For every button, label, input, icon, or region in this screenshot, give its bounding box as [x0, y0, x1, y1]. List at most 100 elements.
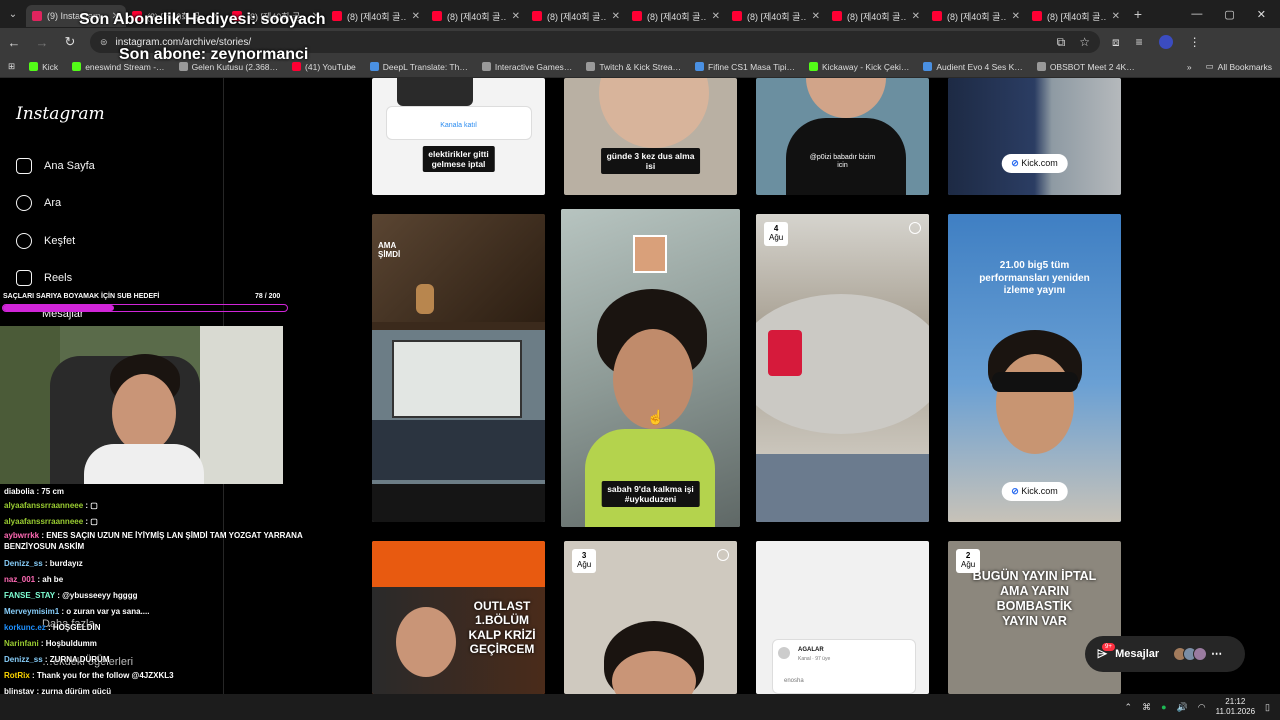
reload-icon[interactable]: ↻	[62, 34, 78, 50]
chat-username[interactable]: diabolia	[4, 487, 34, 496]
youtube-favicon-icon	[1032, 11, 1042, 21]
close-icon[interactable]: ✕	[1112, 11, 1120, 22]
chat-username[interactable]: korkunc.ez	[4, 623, 46, 632]
youtube-favicon-icon	[732, 11, 742, 21]
browser-tab[interactable]: (8) [제40회 골… ✕	[626, 5, 726, 27]
story-tile[interactable]: AMA ŞİMDİ	[372, 214, 545, 522]
close-icon[interactable]: ✕	[512, 11, 520, 22]
bookmark[interactable]: Kick	[29, 62, 58, 72]
wifi-icon[interactable]: ◠	[1198, 702, 1206, 713]
site-info-icon[interactable]: ⊜	[100, 37, 108, 48]
profile-avatar[interactable]	[1158, 34, 1173, 49]
face-photo	[996, 354, 1074, 454]
bookmark[interactable]: Audient Evo 4 Ses K…	[923, 62, 1023, 72]
messages-floating-button[interactable]: ⌲ Mesajlar ⋯	[1085, 636, 1245, 672]
story-tile[interactable]: BUGÜN YAYIN İPTAL AMA YARIN BOMBASTİK YA…	[948, 541, 1121, 694]
close-icon[interactable]: ✕	[1012, 11, 1020, 22]
story-tile[interactable]: 4 Ağu	[756, 214, 929, 522]
story-tile[interactable]: 3 Ağu	[564, 541, 737, 694]
close-window-icon[interactable]: ✕	[1257, 8, 1266, 21]
browser-tab[interactable]: (8) [제40회 골… ✕	[826, 5, 926, 27]
instagram-favicon-icon	[32, 11, 42, 21]
date-badge: 4 Ağu	[764, 222, 789, 246]
sidebar-item-home[interactable]: Ana Sayfa	[16, 158, 95, 174]
select-circle-icon[interactable]	[909, 222, 921, 234]
chat-message: naz_001 : ah be	[4, 574, 324, 585]
volume-icon[interactable]: 🔊	[1177, 702, 1188, 713]
bookmark[interactable]: DeepL Translate: Th…	[369, 62, 468, 72]
story-tile[interactable]: Kanala katıl elektirikler gitti gelmese …	[372, 78, 545, 195]
browser-tab[interactable]: (8) [제40회 골… ✕	[726, 5, 826, 27]
cast-icon[interactable]: ⧉	[1057, 35, 1066, 50]
browser-tab[interactable]: (8) [제40회 골… ✕	[326, 5, 426, 27]
forward-icon[interactable]: →	[34, 35, 50, 50]
chat-username[interactable]: naz_001	[4, 575, 35, 584]
select-circle-icon[interactable]	[717, 549, 729, 561]
new-tab-button[interactable]: +	[1126, 6, 1150, 22]
chevron-right-icon[interactable]: »	[1187, 62, 1192, 72]
browser-tab[interactable]: (8) [제40회 골… ✕	[526, 5, 626, 27]
music-sticker	[633, 235, 667, 273]
monitor-screen	[392, 340, 522, 418]
youtube-favicon-icon	[432, 11, 442, 21]
clock[interactable]: 21:12 11.01.2026	[1216, 697, 1255, 717]
bookmark[interactable]: Fifine CS1 Masa Tipi…	[695, 62, 795, 72]
maximize-icon[interactable]: ▢	[1224, 8, 1234, 21]
story-tile[interactable]: AGALAR Kanal · 97 üye enosha	[756, 541, 929, 694]
browser-tab[interactable]: (8) [제40회 골… ✕	[1026, 5, 1126, 27]
date-month: Ağu	[577, 559, 592, 569]
chat-username[interactable]: Narinfani	[4, 639, 39, 648]
bookmark-star-icon[interactable]: ☆	[1079, 35, 1090, 50]
close-icon[interactable]: ✕	[912, 11, 920, 22]
bookmark[interactable]: Twitch & Kick Strea…	[586, 62, 681, 72]
chat-username[interactable]: alyaafanssrraanneee	[4, 517, 83, 526]
channel-footer: enosha	[784, 678, 804, 684]
back-icon[interactable]: ←	[6, 35, 22, 50]
extensions-icon[interactable]: ⧈	[1112, 35, 1120, 50]
chat-username[interactable]: aybwrrkk	[4, 531, 39, 540]
chat-username[interactable]: FANSE_STAY	[4, 591, 55, 600]
close-icon[interactable]: ✕	[412, 11, 420, 22]
sidebar-item-explore[interactable]: Keşfet	[16, 233, 75, 249]
browser-tab[interactable]: (8) [제40회 골… ✕	[926, 5, 1026, 27]
media-icon[interactable]: ≡	[1136, 35, 1143, 50]
menu-icon[interactable]: ⋮	[1189, 35, 1201, 50]
minimize-icon[interactable]: —	[1191, 8, 1202, 21]
more-icon: ⋯	[1211, 648, 1223, 660]
close-icon[interactable]: ✕	[612, 11, 620, 22]
story-text: AMA ŞİMDİ	[378, 241, 401, 259]
close-icon[interactable]: ✕	[812, 11, 820, 22]
story-tile[interactable]: OUTLAST 1.BÖLÜM KALP KRİZİ GEÇİRCEM	[372, 541, 545, 694]
background-window	[200, 326, 283, 484]
apps-grid-icon[interactable]: ⊞	[8, 61, 15, 72]
red-drink	[768, 330, 802, 376]
spotify-icon[interactable]: ●	[1161, 702, 1166, 712]
instagram-logo[interactable]: Instagram	[16, 104, 105, 124]
chat-username[interactable]: alyaafanssrraanneee	[4, 501, 83, 510]
network-icon[interactable]: ⌘	[1142, 702, 1151, 713]
chat-username[interactable]: Merveymisim1	[4, 607, 59, 616]
chevron-up-icon[interactable]: ⌃	[1125, 702, 1133, 713]
sidebar-item-reels[interactable]: Reels	[16, 270, 72, 286]
bookmark[interactable]: Interactive Games…	[481, 62, 572, 72]
sidebar-item-search[interactable]: Ara	[16, 195, 61, 211]
all-bookmarks[interactable]: ▭ All Bookmarks	[1206, 61, 1272, 72]
browser-tab[interactable]: (8) [제40회 골… ✕	[426, 5, 526, 27]
tab-search-icon[interactable]: ⌄	[0, 0, 26, 28]
story-tile[interactable]: ⊘ Kick.com	[948, 78, 1121, 195]
bookmark[interactable]: Kickaway - Kick Çeki…	[808, 62, 909, 72]
chat-username[interactable]: RotRix	[4, 671, 30, 680]
close-icon[interactable]: ✕	[712, 11, 720, 22]
chat-username[interactable]: Denizz_ss	[4, 655, 43, 664]
story-tile[interactable]: 21.00 big5 tüm performansları yeniden iz…	[948, 214, 1121, 522]
story-tile[interactable]: günde 3 kez dus alma isi	[564, 78, 737, 195]
webcam-feed	[0, 326, 283, 484]
story-tile-hovered[interactable]: sabah 9'da kalkma işi #uykuduzeni ☝	[561, 209, 740, 527]
chat-username[interactable]: Denizz_ss	[4, 559, 43, 568]
notification-icon[interactable]: ▯	[1265, 702, 1270, 713]
sub-goal-widget: SAÇLARI SARIYA BOYAMAK İÇİN SUB HEDEFİ 7…	[0, 292, 290, 314]
bookmark[interactable]: OBSBOT Meet 2 4K…	[1036, 62, 1135, 72]
sub-goal-count: 78 / 200	[255, 293, 281, 300]
stories-archive-grid: Kanala katıl elektirikler gitti gelmese …	[224, 78, 1280, 694]
story-tile[interactable]: @p0izi babadır bizim icin	[756, 78, 929, 195]
